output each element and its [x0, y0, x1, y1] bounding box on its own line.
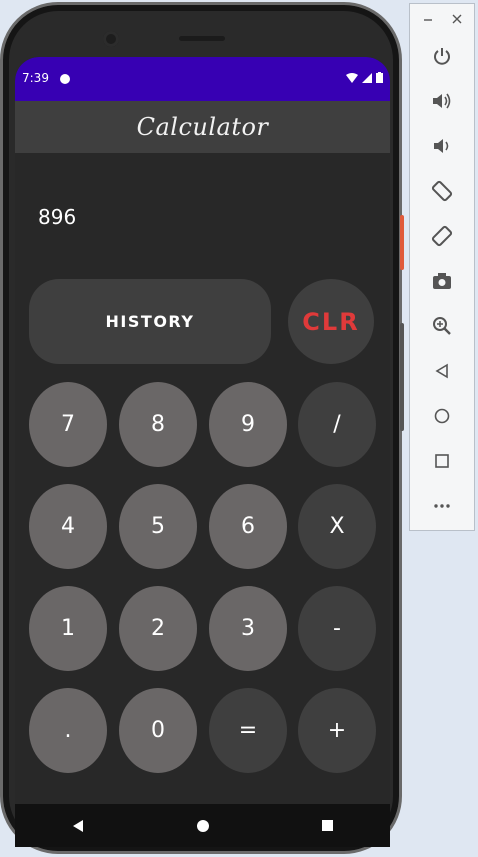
panel-window-controls	[410, 12, 474, 26]
device-screen: 7:39 Calculator 896 HISTORY CLR 7 8 9 / …	[15, 57, 390, 847]
volume-down-button[interactable]	[422, 126, 462, 166]
decimal-point-button[interactable]: .	[29, 688, 107, 773]
emulator-control-panel	[409, 3, 475, 531]
status-time: 7:39	[22, 71, 49, 85]
earpiece-speaker	[179, 36, 225, 41]
key-9[interactable]: 9	[209, 382, 287, 467]
app-title: Calculator	[136, 113, 269, 141]
key-5[interactable]: 5	[119, 484, 197, 569]
close-icon[interactable]	[451, 12, 463, 26]
key-7[interactable]: 7	[29, 382, 107, 467]
multiply-button[interactable]: X	[298, 484, 376, 569]
divide-button[interactable]: /	[298, 382, 376, 467]
power-side-button	[400, 215, 404, 270]
notification-icon	[60, 74, 70, 84]
rotate-right-icon	[431, 225, 453, 247]
home-icon	[434, 408, 450, 424]
minimize-icon[interactable]	[423, 12, 433, 26]
add-button[interactable]: +	[298, 688, 376, 773]
power-button[interactable]	[422, 36, 462, 76]
phone-frame: 7:39 Calculator 896 HISTORY CLR 7 8 9 / …	[0, 2, 404, 854]
key-0[interactable]: 0	[119, 688, 197, 773]
history-button[interactable]: HISTORY	[29, 279, 271, 364]
rotate-right-button[interactable]	[422, 216, 462, 256]
result-display: 896	[38, 205, 77, 229]
front-camera	[103, 31, 119, 47]
more-button[interactable]	[422, 486, 462, 526]
volume-up-icon	[433, 93, 451, 109]
key-6[interactable]: 6	[209, 484, 287, 569]
back-icon	[435, 363, 448, 379]
volume-up-button[interactable]	[422, 81, 462, 121]
zoom-button[interactable]	[422, 306, 462, 346]
key-8[interactable]: 8	[119, 382, 197, 467]
clear-button[interactable]: CLR	[288, 279, 374, 364]
volume-down-icon	[434, 139, 449, 153]
camera-icon	[433, 273, 451, 289]
more-icon	[434, 504, 450, 508]
battery-icon	[376, 72, 383, 83]
equals-button[interactable]: =	[209, 688, 287, 773]
nav-back-icon[interactable]	[71, 819, 85, 833]
power-icon	[434, 48, 450, 65]
nav-home-icon[interactable]	[196, 819, 210, 833]
key-2[interactable]: 2	[119, 586, 197, 671]
overview-icon	[435, 454, 449, 468]
key-1[interactable]: 1	[29, 586, 107, 671]
screenshot-button[interactable]	[422, 261, 462, 301]
subtract-button[interactable]: -	[298, 586, 376, 671]
rotate-left-icon	[431, 180, 453, 202]
nav-overview-icon[interactable]	[321, 819, 334, 832]
status-icons	[346, 72, 383, 83]
key-4[interactable]: 4	[29, 484, 107, 569]
overview-button[interactable]	[422, 441, 462, 481]
android-nav-bar	[15, 804, 390, 847]
key-3[interactable]: 3	[209, 586, 287, 671]
home-button[interactable]	[422, 396, 462, 436]
zoom-icon	[433, 317, 451, 335]
back-button[interactable]	[422, 351, 462, 391]
status-bar: 7:39	[15, 57, 390, 101]
signal-icon	[362, 72, 372, 83]
wifi-icon	[346, 72, 358, 83]
rotate-left-button[interactable]	[422, 171, 462, 211]
volume-side-button	[400, 323, 404, 431]
app-bar: Calculator	[15, 101, 390, 153]
